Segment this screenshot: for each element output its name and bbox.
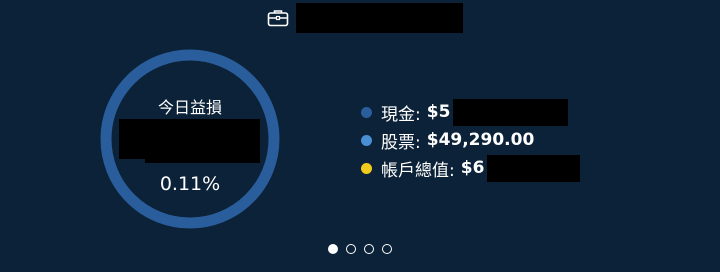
page-indicator[interactable] [328,244,400,254]
total-dot-icon [361,162,372,174]
cash-dot-icon [361,106,372,118]
account-name-redacted [296,3,463,33]
legend-item-total: 帳戶總值: $6 [361,154,581,182]
page-dot[interactable] [382,244,392,254]
daily-pl-percent: 0.11% [159,173,221,195]
allocation-donut: 今日益損 0.11% [96,45,284,233]
legend-value: $6 [460,158,485,178]
legend-value: $5 [426,102,451,122]
daily-pl-title: 今日益損 [157,98,222,117]
cash-value-redacted [453,98,569,126]
page-dot[interactable] [346,244,356,254]
page-dot[interactable] [328,244,338,254]
header [266,3,463,33]
legend-label: 股票: [381,132,421,153]
page-dot[interactable] [364,244,374,254]
legend-label: 現金: [381,104,421,125]
legend: 現金: $5 股票: $49,290.00 帳戶總值: $6 [361,98,581,182]
total-value-redacted [487,154,581,182]
legend-value: $49,290.00 [426,130,535,150]
legend-item-cash: 現金: $5 [361,98,580,126]
briefcase-icon[interactable] [266,8,290,28]
stock-dot-icon [361,134,372,146]
legend-label: 帳戶總值: [381,160,455,181]
legend-item-stock: 股票: $49,290.00 [361,126,580,154]
daily-pl-value-redacted [119,119,260,163]
